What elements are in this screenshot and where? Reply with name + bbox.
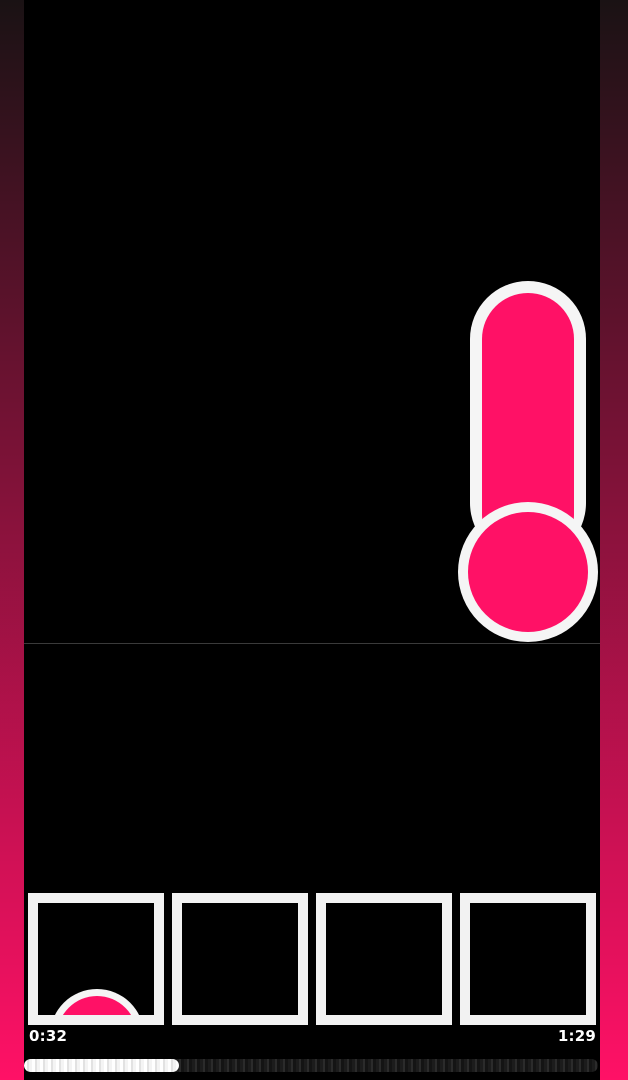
mini-piece-icon xyxy=(54,989,140,1015)
tray-slot-1[interactable] xyxy=(28,893,164,1025)
piece-tray xyxy=(28,893,598,1025)
right-gradient-border xyxy=(600,0,628,1080)
total-time: 1:29 xyxy=(557,1027,596,1045)
timeline-progress-bar[interactable] xyxy=(24,1059,598,1072)
tray-slot-4[interactable] xyxy=(460,893,596,1025)
elapsed-time: 0:32 xyxy=(29,1027,68,1045)
thermometer-piece[interactable] xyxy=(458,281,600,643)
timeline-progress-fill xyxy=(24,1059,179,1072)
tray-slot-3[interactable] xyxy=(316,893,452,1025)
tray-slot-2[interactable] xyxy=(172,893,308,1025)
left-gradient-border xyxy=(0,0,24,1080)
